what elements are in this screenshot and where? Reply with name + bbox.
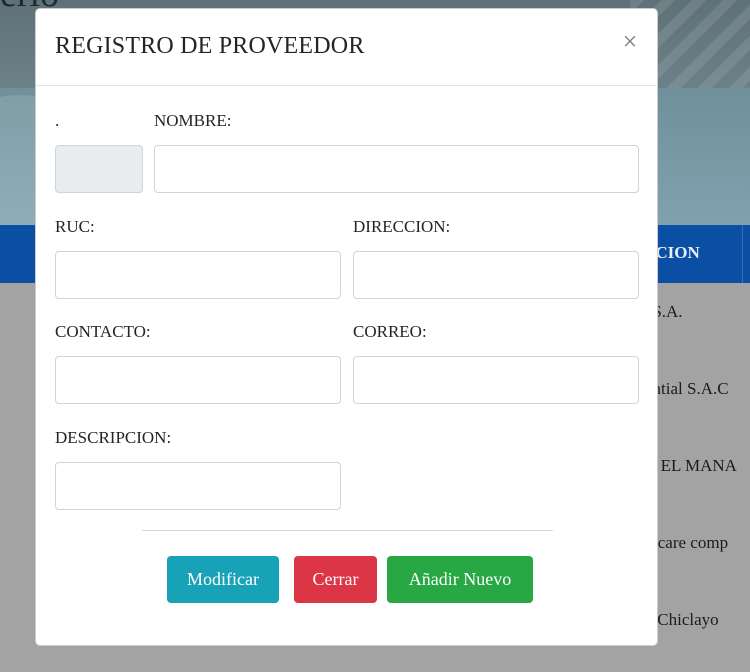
cerrar-button[interactable]: Cerrar (294, 556, 377, 603)
ruc-label: RUC: (55, 217, 95, 236)
modal-title: REGISTRO DE PROVEEDOR (55, 33, 365, 59)
ruc-input[interactable] (55, 251, 341, 299)
contacto-input[interactable] (55, 356, 341, 404)
id-field (55, 145, 143, 193)
modificar-button[interactable]: Modificar (167, 556, 279, 603)
table-header-divider (742, 225, 743, 283)
anadir-nuevo-button[interactable]: Añadir Nuevo (387, 556, 533, 603)
footer-divider (142, 530, 553, 531)
nombre-label: NOMBRE: (154, 111, 232, 130)
id-label: . (55, 111, 60, 130)
direccion-label: DIRECCION: (353, 217, 451, 236)
modal-header: REGISTRO DE PROVEEDOR × (36, 9, 657, 86)
descripcion-input[interactable] (55, 462, 341, 510)
correo-input[interactable] (353, 356, 639, 404)
close-icon[interactable]: × (619, 29, 641, 55)
contacto-label: CONTACTO: (55, 322, 151, 341)
direccion-input[interactable] (353, 251, 639, 299)
proveedor-modal: REGISTRO DE PROVEEDOR × . NOMBRE: RUC: D… (35, 8, 658, 646)
table-row: A EL MANA (645, 456, 737, 475)
correo-label: CORREO: (353, 322, 427, 341)
descripcion-label: DESCRIPCION: (55, 428, 172, 447)
nombre-input[interactable] (154, 145, 639, 193)
